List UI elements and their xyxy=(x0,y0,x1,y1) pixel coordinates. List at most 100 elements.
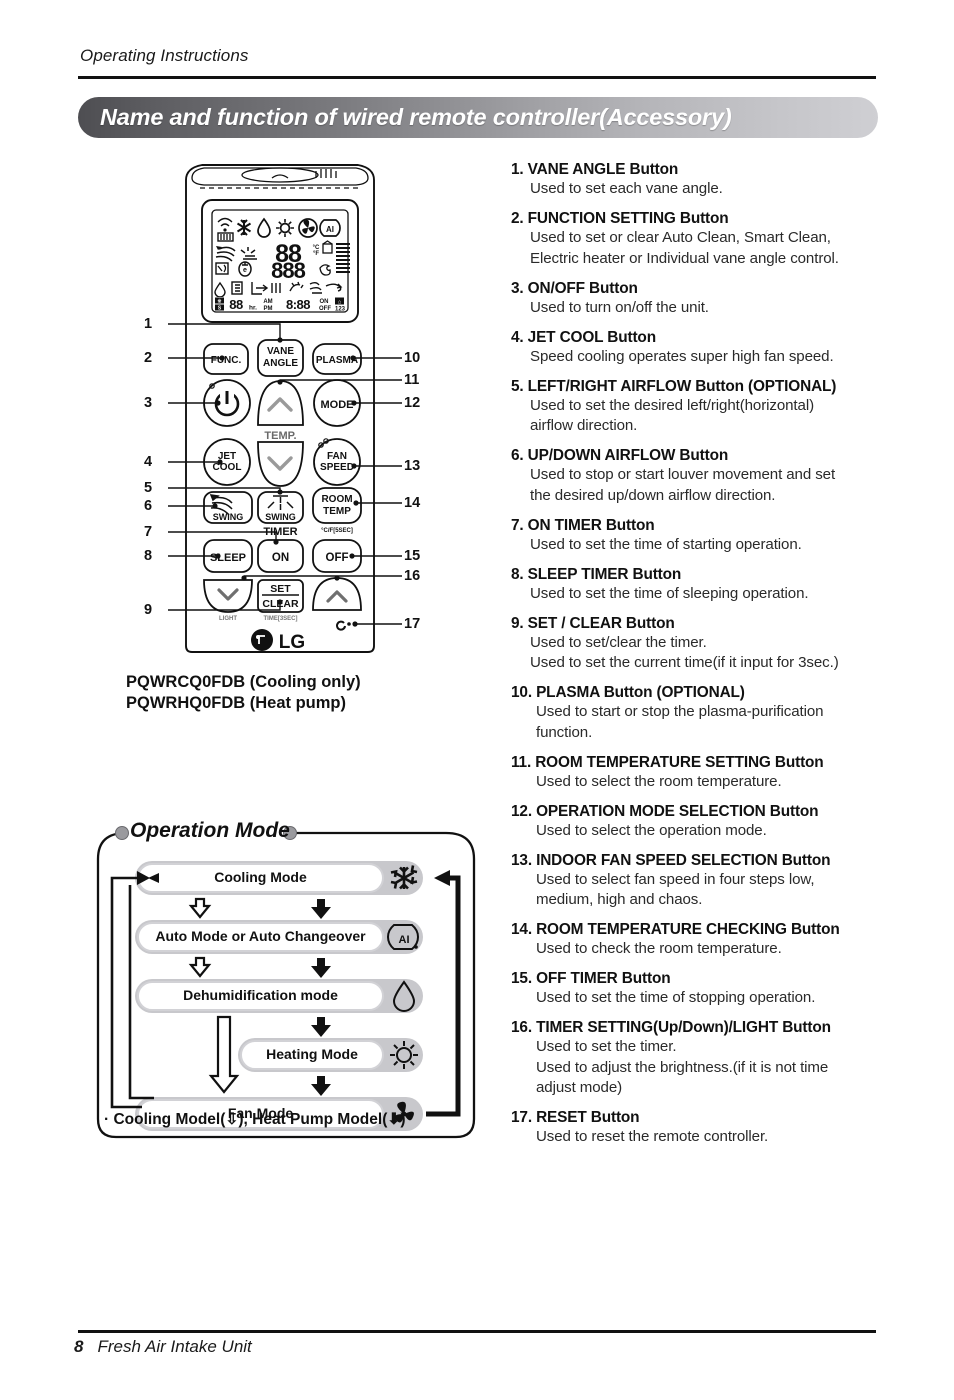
running-head: Operating Instructions xyxy=(80,46,249,65)
mode-step-heating: Heating Mode xyxy=(266,1046,358,1062)
function-item-1: 1. VANE ANGLE Button Used to set each van… xyxy=(511,160,903,200)
function-item-4: 4. JET COOL Button Speed cooling operates… xyxy=(511,328,903,368)
function-item-description: Used to set each vane angle. xyxy=(530,180,723,197)
svg-text:TIME[3SEC]: TIME[3SEC] xyxy=(263,616,297,622)
remote-controller-illustration: .o{fill:none;stroke:#111;stroke-width:1.… xyxy=(168,164,402,653)
svg-text:123: 123 xyxy=(335,307,346,313)
page-number: 8 xyxy=(74,1337,84,1356)
remote-controller-diagram: .o{fill:none;stroke:#111;stroke-width:1.… xyxy=(140,158,430,678)
function-item-8: 8. SLEEP TIMER Button Used to set the tim… xyxy=(511,565,903,605)
svg-text:ROOM: ROOM xyxy=(321,494,352,505)
function-item-description: Used to reset the remote controller. xyxy=(536,1128,769,1145)
page-title: Name and function of wired remote contro… xyxy=(100,104,732,130)
function-item-16: 16. TIMER SETTING(Up/Down)/LIGHT Button U… xyxy=(511,1018,903,1099)
function-item-description: Used to set the desired left/right(horiz… xyxy=(530,396,815,414)
callout-16: 16 xyxy=(404,568,421,584)
svg-text:SWING: SWING xyxy=(213,512,244,522)
function-item-5: 5. LEFT/RIGHT AIRFLOW Button (OPTIONAL) U… xyxy=(511,377,903,437)
function-item-title: 3. ON/OFF Button xyxy=(511,279,638,297)
svg-text:AI: AI xyxy=(399,934,410,946)
operation-mode-panel: .bx{fill:none;stroke:#111;stroke-width:2… xyxy=(90,815,482,1145)
svg-text:FUNC.: FUNC. xyxy=(211,355,242,366)
callout-2: 2 xyxy=(144,350,153,366)
function-item-title: 13. INDOOR FAN SPEED SELECTION Button xyxy=(511,851,831,869)
function-item-description: Used to set the time of starting operati… xyxy=(530,535,802,553)
function-item-title: 2. FUNCTION SETTING Button xyxy=(511,210,729,227)
function-item-description: the desired up/down airflow direction. xyxy=(530,486,776,504)
mode-step-auto: Auto Mode or Auto Changeover xyxy=(155,928,366,944)
svg-text:FAN: FAN xyxy=(327,451,347,462)
operation-mode-legend: · Cooling Model(⇩), Heat Pump Model(⬇) xyxy=(104,1111,406,1128)
svg-text:AI: AI xyxy=(326,225,334,234)
svg-text:°F: °F xyxy=(313,251,319,257)
svg-text:°C/F[5SEC]: °C/F[5SEC] xyxy=(321,528,353,534)
callout-9: 9 xyxy=(144,602,153,618)
operation-mode-flow-diagram: .bx{fill:none;stroke:#111;stroke-width:2… xyxy=(96,826,476,1139)
svg-text:ON: ON xyxy=(320,299,329,305)
function-item-description: airflow direction. xyxy=(530,417,638,434)
function-item-description: Speed cooling operates super high fan sp… xyxy=(530,347,834,365)
callout-7: 7 xyxy=(144,524,153,540)
function-item-description: Used to adjust the brightness.(if it is … xyxy=(536,1058,829,1076)
function-item-title: 9. SET / CLEAR Button xyxy=(511,614,675,632)
callout-10: 10 xyxy=(404,350,421,366)
svg-text:e: e xyxy=(243,267,247,274)
function-item-title: 10. PLASMA Button (OPTIONAL) xyxy=(511,684,745,701)
function-item-title: 12. OPERATION MODE SELECTION Button xyxy=(511,802,819,820)
svg-text:LG: LG xyxy=(279,632,305,653)
callout-11: 11 xyxy=(404,372,420,388)
function-item-12: 12. OPERATION MODE SELECTION Button Used … xyxy=(511,802,903,842)
function-item-description: Used to set or clear Auto Clean, Smart C… xyxy=(530,229,831,246)
mode-step-cooling: Cooling Mode xyxy=(214,869,307,885)
model-heat-pump: PQWRHQ0FDB (Heat pump) xyxy=(126,694,346,712)
callout-6: 6 xyxy=(144,498,153,514)
function-item-title: 1. VANE ANGLE Button xyxy=(511,161,679,178)
svg-text:SWING: SWING xyxy=(265,512,296,522)
function-item-description: Used to select the operation mode. xyxy=(536,821,767,839)
function-item-description: Used to select fan speed in four steps l… xyxy=(536,870,815,888)
svg-text:OFF: OFF xyxy=(326,552,349,564)
function-item-description: Used to start or stop the plasma-purific… xyxy=(536,703,824,720)
svg-text:ANGLE: ANGLE xyxy=(263,358,298,369)
function-item-11: 11. ROOM TEMPERATURE SETTING Button Used … xyxy=(511,753,903,793)
function-item-description: function. xyxy=(536,723,593,741)
function-item-title: 8. SLEEP TIMER Button xyxy=(511,565,682,583)
function-item-description: Used to set the time of stopping operati… xyxy=(536,989,816,1006)
function-item-description: Used to stop or start louver movement an… xyxy=(530,466,836,483)
function-item-title: 16. TIMER SETTING(Up/Down)/LIGHT Button xyxy=(511,1019,831,1036)
svg-text:⌂: ⌂ xyxy=(338,300,341,306)
callout-8: 8 xyxy=(144,548,153,564)
function-item-title: 5. LEFT/RIGHT AIRFLOW Button (OPTIONAL) xyxy=(511,377,837,395)
function-item-15: 15. OFF TIMER Button Used to set the time… xyxy=(511,969,903,1009)
operation-mode-title: Operation Mode xyxy=(130,819,290,842)
svg-text:VANE: VANE xyxy=(267,346,294,357)
header-divider xyxy=(78,76,876,79)
callout-14: 14 xyxy=(404,495,421,511)
function-item-description: medium, high and chaos. xyxy=(536,891,703,908)
function-item-title: 15. OFF TIMER Button xyxy=(511,970,671,987)
function-item-description: Used to set/clear the timer. xyxy=(530,633,707,651)
section-title-bar: Name and function of wired remote contro… xyxy=(78,97,878,138)
function-item-title: 17. RESET Button xyxy=(511,1109,640,1126)
model-numbers: PQWRCQ0FDB (Cooling only) PQWRHQ0FDB (He… xyxy=(126,672,361,714)
mode-step-dehumid: Dehumidification mode xyxy=(183,987,338,1003)
function-item-title: 7. ON TIMER Button xyxy=(511,516,655,534)
footer-divider xyxy=(78,1330,876,1333)
svg-text:AM: AM xyxy=(263,299,272,305)
svg-text:88: 88 xyxy=(229,297,243,312)
function-item-10: 10. PLASMA Button (OPTIONAL) Used to star… xyxy=(511,683,903,743)
svg-text:SLEEP: SLEEP xyxy=(210,552,246,564)
callout-3: 3 xyxy=(144,395,153,411)
callout-5: 5 xyxy=(144,480,153,496)
function-item-description: Used to set the timer. xyxy=(536,1038,677,1055)
callout-1: 1 xyxy=(144,316,153,332)
svg-text:MODE: MODE xyxy=(321,399,354,411)
svg-text:PM: PM xyxy=(264,306,273,312)
callout-13: 13 xyxy=(404,458,421,474)
callout-17: 17 xyxy=(404,616,421,632)
svg-text:888: 888 xyxy=(271,258,305,283)
function-item-description: Electric heater or Individual vane angle… xyxy=(530,249,839,267)
function-item-13: 13. INDOOR FAN SPEED SELECTION Button Use… xyxy=(511,851,903,911)
svg-text:hr.: hr. xyxy=(249,305,257,312)
function-item-9: 9. SET / CLEAR Button Used to set/clear t… xyxy=(511,614,903,674)
